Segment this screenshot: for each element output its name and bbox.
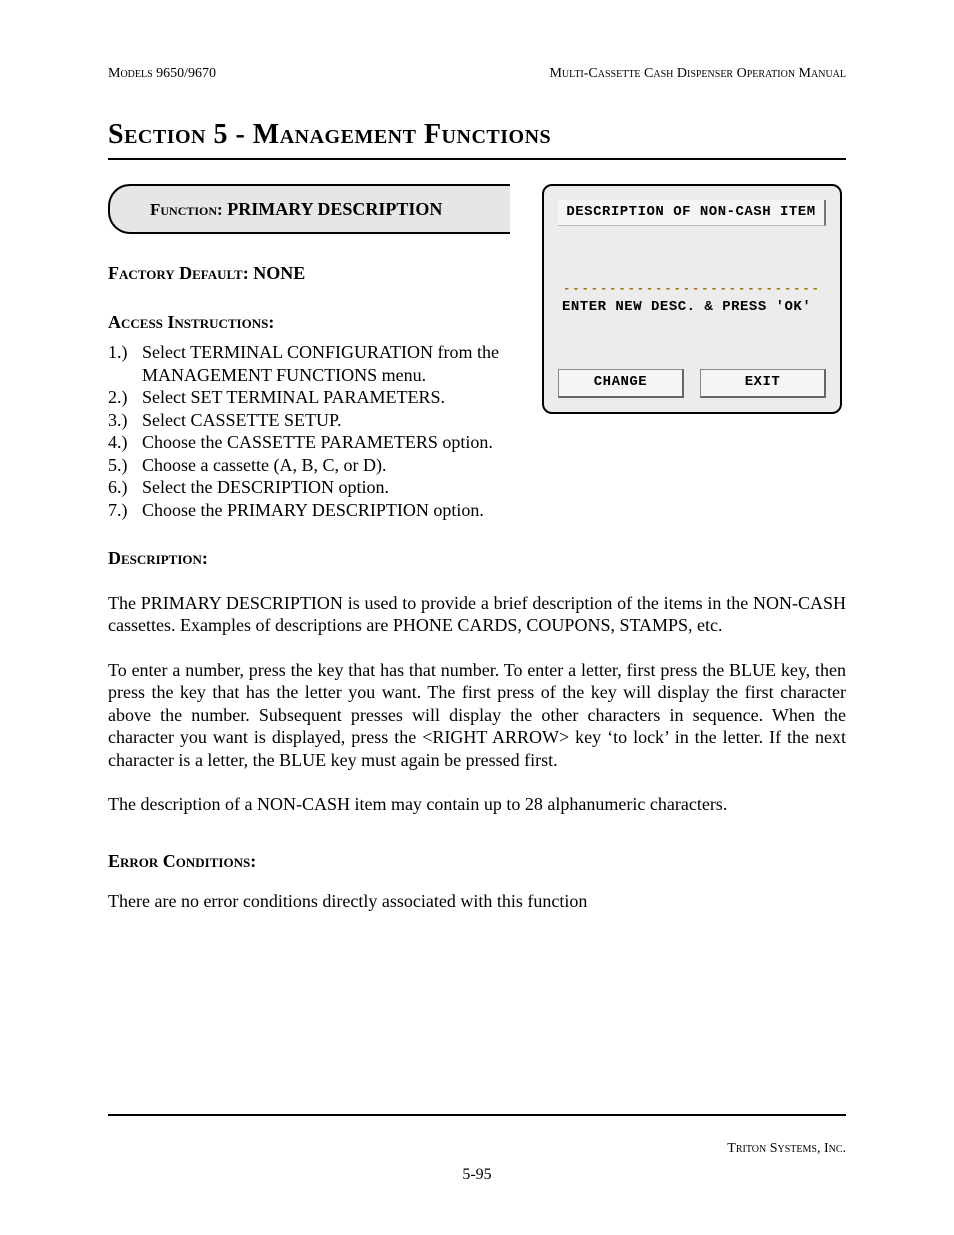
description-heading: Description: [108, 547, 846, 570]
function-label: Function: [150, 200, 223, 219]
terminal-prompt: ENTER NEW DESC. & PRESS 'OK' [558, 297, 826, 319]
footer-company: Triton Systems, Inc. [727, 1140, 846, 1158]
description-p2: To enter a number, press the key that ha… [108, 659, 846, 772]
page: Models 9650/9670 Multi-Cassette Cash Dis… [0, 0, 954, 1235]
terminal-title: DESCRIPTION OF NON-CASH ITEM [558, 200, 826, 227]
access-step: Select the DESCRIPTION option. [108, 476, 846, 499]
error-text: There are no error conditions directly a… [108, 890, 846, 913]
title-rule [108, 158, 846, 160]
function-banner: Function: PRIMARY DESCRIPTION [108, 184, 510, 235]
terminal-screenshot: DESCRIPTION OF NON-CASH ITEM -----------… [542, 184, 846, 414]
section-title: Section 5 - Management Functions [108, 117, 846, 152]
function-value: PRIMARY DESCRIPTION [227, 199, 442, 219]
terminal-divider: ---------------------------- [558, 282, 826, 297]
access-step: Choose a cassette (A, B, C, or D). [108, 454, 846, 477]
header-left: Models 9650/9670 [108, 65, 216, 83]
error-heading: Error Conditions: [108, 850, 846, 873]
factory-default-value: NONE [253, 263, 305, 283]
description-p1: The PRIMARY DESCRIPTION is used to provi… [108, 592, 846, 637]
terminal-screen: DESCRIPTION OF NON-CASH ITEM -----------… [542, 184, 842, 414]
factory-default-label: Factory Default: [108, 263, 249, 283]
top-section: DESCRIPTION OF NON-CASH ITEM -----------… [108, 184, 846, 522]
access-step: Choose the CASSETTE PARAMETERS option. [108, 431, 846, 454]
terminal-buttons: CHANGE EXIT [558, 369, 826, 398]
access-step: Choose the PRIMARY DESCRIPTION option. [108, 499, 846, 522]
description-p3: The description of a NON-CASH item may c… [108, 793, 846, 816]
change-button[interactable]: CHANGE [558, 369, 684, 398]
footer-rule [108, 1114, 846, 1116]
exit-button[interactable]: EXIT [700, 369, 826, 398]
header-right: Multi-Cassette Cash Dispenser Operation … [549, 65, 846, 83]
running-header: Models 9650/9670 Multi-Cassette Cash Dis… [108, 65, 846, 87]
function-banner-wrap: Function: PRIMARY DESCRIPTION [108, 184, 510, 235]
footer-page-number: 5-95 [0, 1165, 954, 1185]
